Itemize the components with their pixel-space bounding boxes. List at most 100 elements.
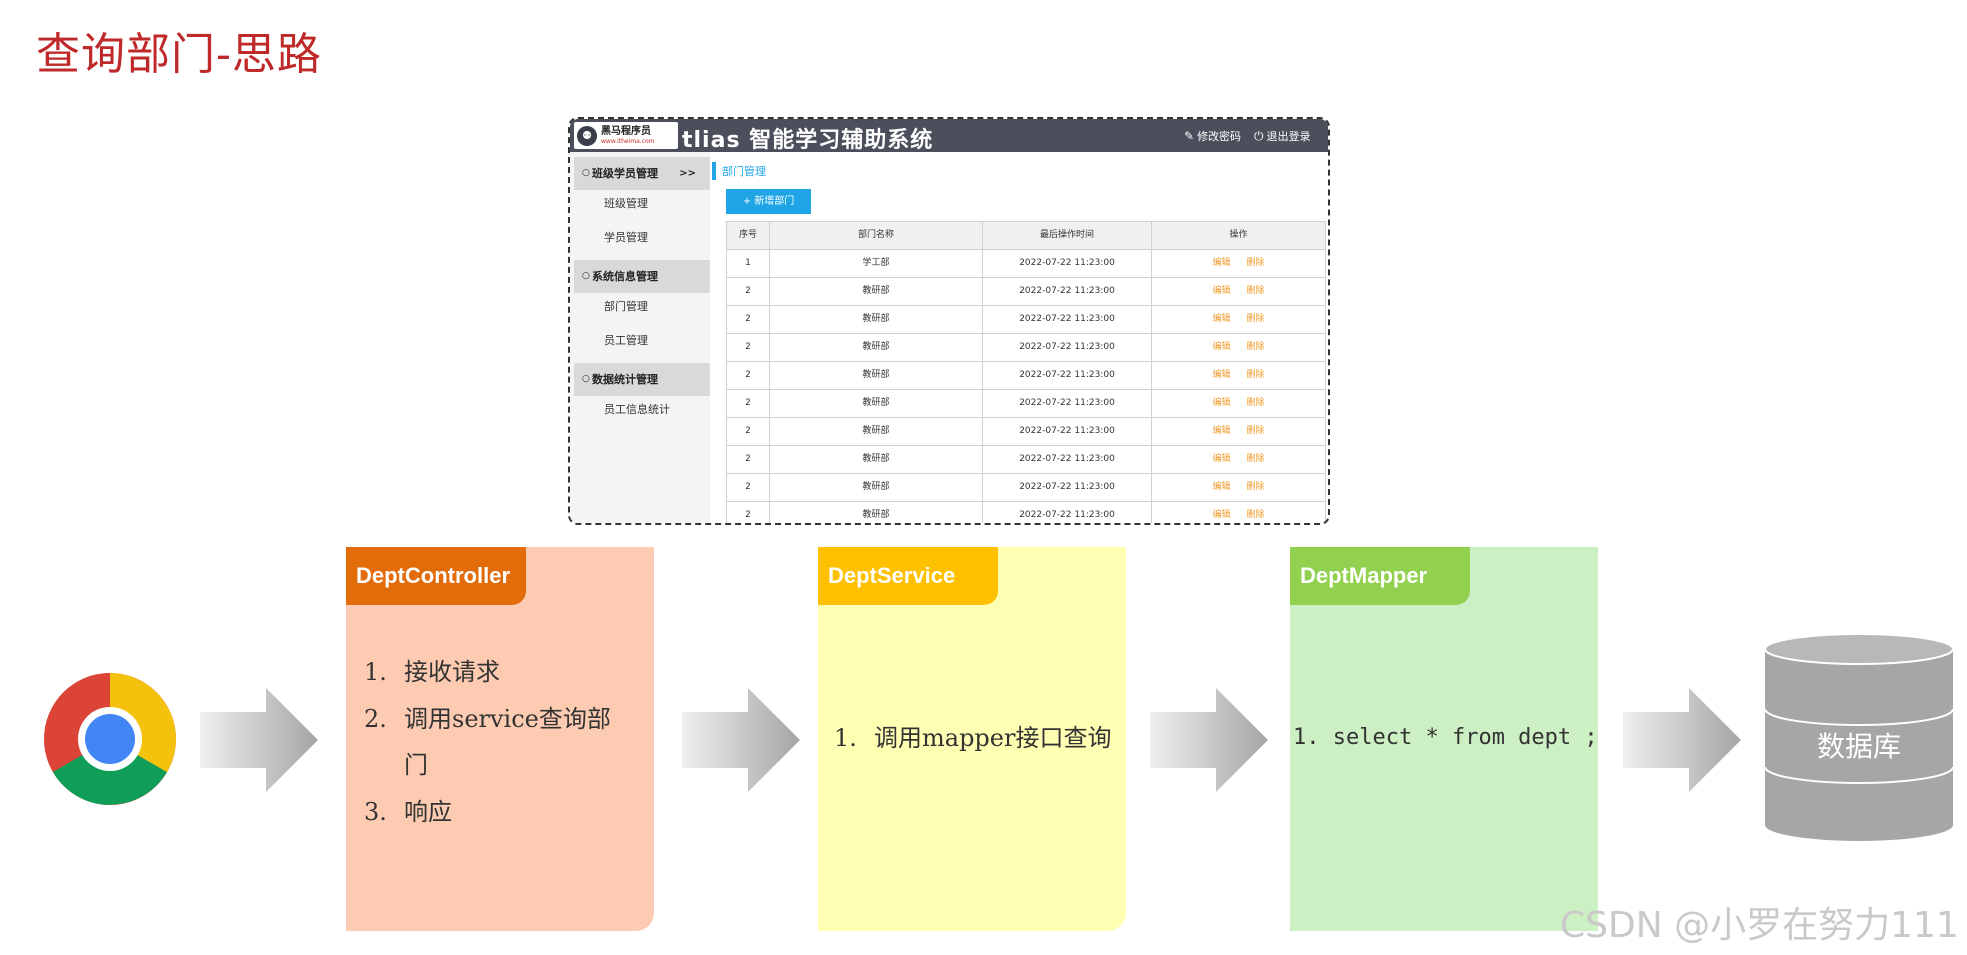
table-row: 2 教研部 2022-07-22 11:23:00 编辑 删除 [726, 474, 1326, 502]
edit-link[interactable]: 编辑 [1212, 454, 1230, 464]
table-row: 1 学工部 2022-07-22 11:23:00 编辑 删除 [726, 250, 1326, 278]
edit-link[interactable]: 编辑 [1212, 258, 1230, 268]
edit-link[interactable]: 编辑 [1212, 426, 1230, 436]
table-cell: 2022-07-22 11:23:00 [982, 502, 1151, 523]
controller-step-continued: 门 [404, 751, 428, 779]
delete-link[interactable]: 删除 [1247, 258, 1265, 268]
table-cell: 2022-07-22 11:23:00 [982, 334, 1151, 361]
table-cell: 教研部 [769, 362, 982, 389]
table-cell: 2 [726, 362, 769, 389]
edit-link[interactable]: 编辑 [1212, 286, 1230, 296]
table-cell: 教研部 [769, 334, 982, 361]
table-cell: 2022-07-22 11:23:00 [982, 278, 1151, 305]
sidebar-group-system[interactable]: ○ 系统信息管理 [574, 260, 710, 293]
step-text: 响应 [404, 798, 452, 826]
table-actions-cell: 编辑 删除 [1151, 474, 1326, 501]
sidebar-group-label: 班级学员管理 [592, 167, 658, 180]
circle-icon: ○ [582, 271, 590, 281]
delete-link[interactable]: 删除 [1247, 398, 1265, 408]
sidebar-item-emp-stats[interactable]: 员工信息统计 [604, 393, 670, 427]
logout-label: 退出登录 [1266, 130, 1311, 143]
table-cell: 1 [726, 250, 769, 277]
power-icon: ⏻ [1254, 128, 1264, 143]
sidebar-item-student[interactable]: 学员管理 [604, 221, 648, 255]
sidebar-group-class-student[interactable]: ○ 班级学员管理 >> [574, 157, 710, 190]
sidebar-item-class[interactable]: 班级管理 [604, 187, 648, 221]
edit-link[interactable]: 编辑 [1212, 398, 1230, 408]
app-screenshot: ⚉ 黑马程序员 www.itheima.com tlias 智能学习辅助系统 ✎… [568, 117, 1330, 525]
table-row: 2 教研部 2022-07-22 11:23:00 编辑 删除 [726, 446, 1326, 474]
service-title: DeptService [818, 547, 998, 605]
delete-link[interactable]: 删除 [1247, 342, 1265, 352]
controller-step: 1. 接收请求 [364, 657, 500, 687]
table-row: 2 教研部 2022-07-22 11:23:00 编辑 删除 [726, 390, 1326, 418]
sidebar-item-emp[interactable]: 员工管理 [604, 324, 648, 358]
delete-link[interactable]: 删除 [1247, 482, 1265, 492]
table-cell: 2022-07-22 11:23:00 [982, 250, 1151, 277]
delete-link[interactable]: 删除 [1247, 314, 1265, 324]
sidebar-item-dept[interactable]: 部门管理 [604, 290, 648, 324]
chevron-right-icon: >> [679, 168, 696, 179]
logo-name: 黑马程序员 [601, 125, 651, 137]
table-cell: 2 [726, 334, 769, 361]
table-cell: 2022-07-22 11:23:00 [982, 418, 1151, 445]
table-header-cell: 最后操作时间 [982, 222, 1151, 249]
table-header-cell: 部门名称 [769, 222, 982, 249]
table-cell: 2022-07-22 11:23:00 [982, 306, 1151, 333]
step-number: 3. [364, 798, 387, 826]
dept-table: 序号 部门名称 最后操作时间 操作 1 学工部 2022-07-22 11:23:0… [726, 221, 1326, 523]
controller-title: DeptController [346, 547, 526, 605]
table-actions-cell: 编辑 删除 [1151, 334, 1326, 361]
app-header: ⚉ 黑马程序员 www.itheima.com tlias 智能学习辅助系统 ✎… [570, 119, 1328, 153]
table-header-cell: 操作 [1151, 222, 1326, 249]
sidebar-group-stats[interactable]: ○ 数据统计管理 [574, 363, 710, 396]
page-title: 查询部门-思路 [36, 29, 322, 80]
arrow-right-icon [1623, 688, 1741, 792]
step-text: 调用service查询部 [404, 705, 611, 733]
table-actions-cell: 编辑 删除 [1151, 278, 1326, 305]
delete-link[interactable]: 删除 [1247, 370, 1265, 380]
delete-link[interactable]: 删除 [1247, 426, 1265, 436]
arrow-right-icon [200, 688, 318, 792]
delete-link[interactable]: 删除 [1247, 286, 1265, 296]
table-cell: 2 [726, 390, 769, 417]
chrome-browser-icon [44, 673, 176, 805]
table-cell: 2 [726, 474, 769, 501]
table-row: 2 教研部 2022-07-22 11:23:00 编辑 删除 [726, 502, 1326, 523]
edit-link[interactable]: 编辑 [1212, 342, 1230, 352]
step-number: 2. [364, 705, 387, 733]
change-password-label: 修改密码 [1197, 130, 1242, 143]
change-password-button[interactable]: ✎ 修改密码 [1184, 128, 1241, 144]
delete-link[interactable]: 删除 [1247, 510, 1265, 520]
table-cell: 教研部 [769, 390, 982, 417]
breadcrumb-marker [712, 162, 716, 180]
step-number: 1. [1293, 725, 1320, 750]
edit-link[interactable]: 编辑 [1212, 482, 1230, 492]
edit-link[interactable]: 编辑 [1212, 314, 1230, 324]
table-cell: 2022-07-22 11:23:00 [982, 446, 1151, 473]
table-cell: 2 [726, 446, 769, 473]
table-actions-cell: 编辑 删除 [1151, 446, 1326, 473]
sidebar: ○ 班级学员管理 >> 班级管理 学员管理 ○ 系统信息管理 部门管理 员工管理… [570, 152, 710, 523]
table-row: 2 教研部 2022-07-22 11:23:00 编辑 删除 [726, 278, 1326, 306]
controller-step: 2. 调用service查询部 [364, 704, 611, 734]
table-row: 2 教研部 2022-07-22 11:23:00 编辑 删除 [726, 334, 1326, 362]
mapper-card: DeptMapper 1. select * from dept ; [1290, 547, 1598, 931]
add-dept-button[interactable]: + 新增部门 [726, 189, 811, 214]
edit-link[interactable]: 编辑 [1212, 370, 1230, 380]
controller-step: 3. 响应 [364, 797, 452, 827]
delete-link[interactable]: 删除 [1247, 454, 1265, 464]
logout-button[interactable]: ⏻ 退出登录 [1254, 128, 1311, 144]
logo: ⚉ 黑马程序员 www.itheima.com [574, 122, 678, 149]
sidebar-group-label: 数据统计管理 [592, 373, 658, 386]
watermark: CSDN @小罗在努力111 [1560, 905, 1959, 946]
logo-url: www.itheima.com [601, 137, 655, 145]
table-cell: 教研部 [769, 446, 982, 473]
table-cell: 教研部 [769, 306, 982, 333]
table-cell: 2022-07-22 11:23:00 [982, 474, 1151, 501]
table-cell: 2022-07-22 11:23:00 [982, 362, 1151, 389]
table-actions-cell: 编辑 删除 [1151, 390, 1326, 417]
edit-link[interactable]: 编辑 [1212, 510, 1230, 520]
table-header-cell: 序号 [726, 222, 769, 249]
arrow-right-icon [682, 688, 800, 792]
